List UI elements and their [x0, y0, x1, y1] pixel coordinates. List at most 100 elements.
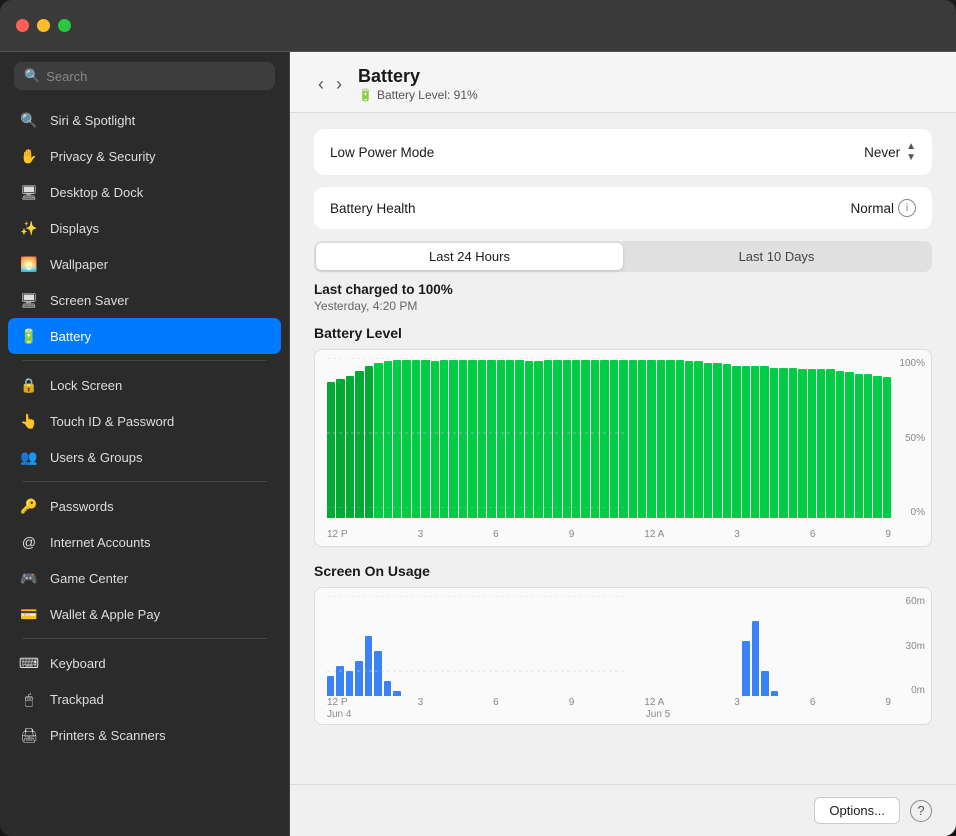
screen-x-label: 6: [810, 697, 816, 708]
close-button[interactable]: [16, 19, 29, 32]
sidebar-item-desktop[interactable]: 🖥Desktop & Dock: [8, 174, 281, 210]
sidebar-icon-touchid: 👆: [18, 410, 40, 432]
options-button[interactable]: Options...: [814, 797, 900, 824]
battery-x-label: 6: [810, 529, 816, 540]
search-icon: 🔍: [24, 68, 40, 84]
sidebar-divider-3: [22, 638, 267, 639]
battery-x-labels: 12 P36912 A369: [327, 529, 891, 540]
screen-chart-title: Screen On Usage: [314, 563, 932, 579]
sidebar-label-wallet: Wallet & Apple Pay: [50, 607, 160, 622]
battery-bar: [760, 366, 768, 518]
battery-x-label: 9: [885, 529, 891, 540]
forward-button[interactable]: ›: [332, 73, 346, 95]
battery-bar: [355, 371, 363, 518]
sidebar-icon-displays: ✨: [18, 217, 40, 239]
back-button[interactable]: ‹: [314, 73, 328, 95]
screen-x-label: 9: [885, 697, 891, 708]
screen-x-label: 3: [418, 697, 424, 708]
battery-chart-container: 100%50%0% 12 P36912 A369: [314, 349, 932, 547]
sidebar-icon-siri: 🔍: [18, 109, 40, 131]
stepper-down[interactable]: ▼: [906, 152, 916, 163]
battery-bar: [497, 360, 505, 518]
battery-bar: [563, 360, 571, 518]
low-power-mode-value: Never ▲ ▼: [864, 141, 916, 163]
battery-bar: [346, 376, 354, 518]
battery-y-labels: 100%50%0%: [899, 358, 925, 518]
sidebar-item-keyboard[interactable]: ⌨Keyboard: [8, 645, 281, 681]
battery-chart-title: Battery Level: [314, 325, 932, 341]
screen-bar: [336, 666, 343, 696]
battery-bar: [402, 360, 410, 518]
info-button[interactable]: i: [898, 199, 916, 217]
battery-bar: [742, 366, 750, 518]
sidebar-item-privacy[interactable]: ✋Privacy & Security: [8, 138, 281, 174]
minimize-button[interactable]: [37, 19, 50, 32]
maximize-button[interactable]: [58, 19, 71, 32]
battery-bar: [855, 374, 863, 518]
battery-health-label: Battery Health: [330, 201, 416, 216]
screen-bars: [327, 596, 891, 696]
time-tab-24h[interactable]: Last 24 Hours: [316, 243, 623, 270]
battery-bar: [431, 361, 439, 518]
battery-bar: [770, 368, 778, 518]
battery-bar: [478, 360, 486, 518]
sidebar-item-siri[interactable]: 🔍Siri & Spotlight: [8, 102, 281, 138]
sidebar-item-wallet[interactable]: 💳Wallet & Apple Pay: [8, 596, 281, 632]
screen-x-label: 6: [493, 697, 499, 708]
search-box[interactable]: 🔍: [14, 62, 275, 90]
battery-x-label: 9: [569, 529, 575, 540]
screen-bar: [346, 671, 353, 696]
low-power-mode-item: Low Power Mode Never ▲ ▼: [330, 129, 916, 175]
help-button[interactable]: ?: [910, 800, 932, 822]
battery-bar: [808, 369, 816, 518]
sidebar-item-wallpaper[interactable]: 🌅Wallpaper: [8, 246, 281, 282]
sidebar: 🔍 🔍Siri & Spotlight✋Privacy & Security🖥D…: [0, 52, 290, 836]
time-tab-10d[interactable]: Last 10 Days: [623, 243, 930, 270]
battery-bar: [515, 360, 523, 518]
sidebar-item-internet[interactable]: @Internet Accounts: [8, 524, 281, 560]
sidebar-label-printers: Printers & Scanners: [50, 728, 166, 743]
sidebar-icon-battery: 🔋: [18, 325, 40, 347]
sidebar-item-passwords[interactable]: 🔑Passwords: [8, 488, 281, 524]
sidebar-item-trackpad[interactable]: 🖱Trackpad: [8, 681, 281, 717]
sidebar-item-lockscreen[interactable]: 🔒Lock Screen: [8, 367, 281, 403]
sidebar-item-displays[interactable]: ✨ Displays: [8, 210, 281, 246]
stepper-up[interactable]: ▲: [906, 141, 916, 152]
battery-bar: [732, 366, 740, 518]
battery-bar: [657, 360, 665, 518]
sidebar-item-touchid[interactable]: 👆 Touch ID & Password: [8, 403, 281, 439]
sidebar-icon-lockscreen: 🔒: [18, 374, 40, 396]
battery-bar: [487, 360, 495, 518]
sidebar-item-gamecenter[interactable]: 🎮Game Center: [8, 560, 281, 596]
battery-bar: [327, 382, 335, 518]
screen-bar: [761, 671, 768, 696]
battery-x-label: 12 P: [327, 529, 348, 540]
battery-bar: [883, 377, 891, 518]
sidebar-item-users[interactable]: 👥Users & Groups: [8, 439, 281, 475]
screen-bar: [742, 641, 749, 696]
screen-y-label: 30m: [906, 641, 925, 652]
search-input[interactable]: [46, 69, 265, 84]
sidebar-label-displays: Displays: [50, 221, 99, 236]
nav-arrows: ‹ ›: [314, 73, 346, 95]
battery-bar: [572, 360, 580, 518]
battery-bar: [600, 360, 608, 518]
battery-bar: [723, 364, 731, 518]
panel-title-area: Battery 🔋 Battery Level: 91%: [358, 66, 478, 102]
sidebar-icon-printers: 🖨: [18, 724, 40, 746]
battery-bar: [440, 360, 448, 518]
screen-x-sublabel: Jun 5: [646, 709, 670, 720]
battery-bar: [336, 379, 344, 518]
battery-bar: [676, 360, 684, 518]
sidebar-label-trackpad: Trackpad: [50, 692, 104, 707]
sidebar-icon-users: 👥: [18, 446, 40, 468]
battery-x-label: 3: [734, 529, 740, 540]
panel-content: Low Power Mode Never ▲ ▼ Battery Hea: [290, 113, 956, 784]
sidebar-icon-gamecenter: 🎮: [18, 567, 40, 589]
battery-bar: [666, 360, 674, 518]
sidebar-item-printers[interactable]: 🖨 Printers & Scanners: [8, 717, 281, 753]
screen-bar: [365, 636, 372, 696]
sidebar-label-touchid: Touch ID & Password: [50, 414, 174, 429]
sidebar-item-battery[interactable]: 🔋Battery: [8, 318, 281, 354]
sidebar-item-screensaver[interactable]: 🖥Screen Saver: [8, 282, 281, 318]
